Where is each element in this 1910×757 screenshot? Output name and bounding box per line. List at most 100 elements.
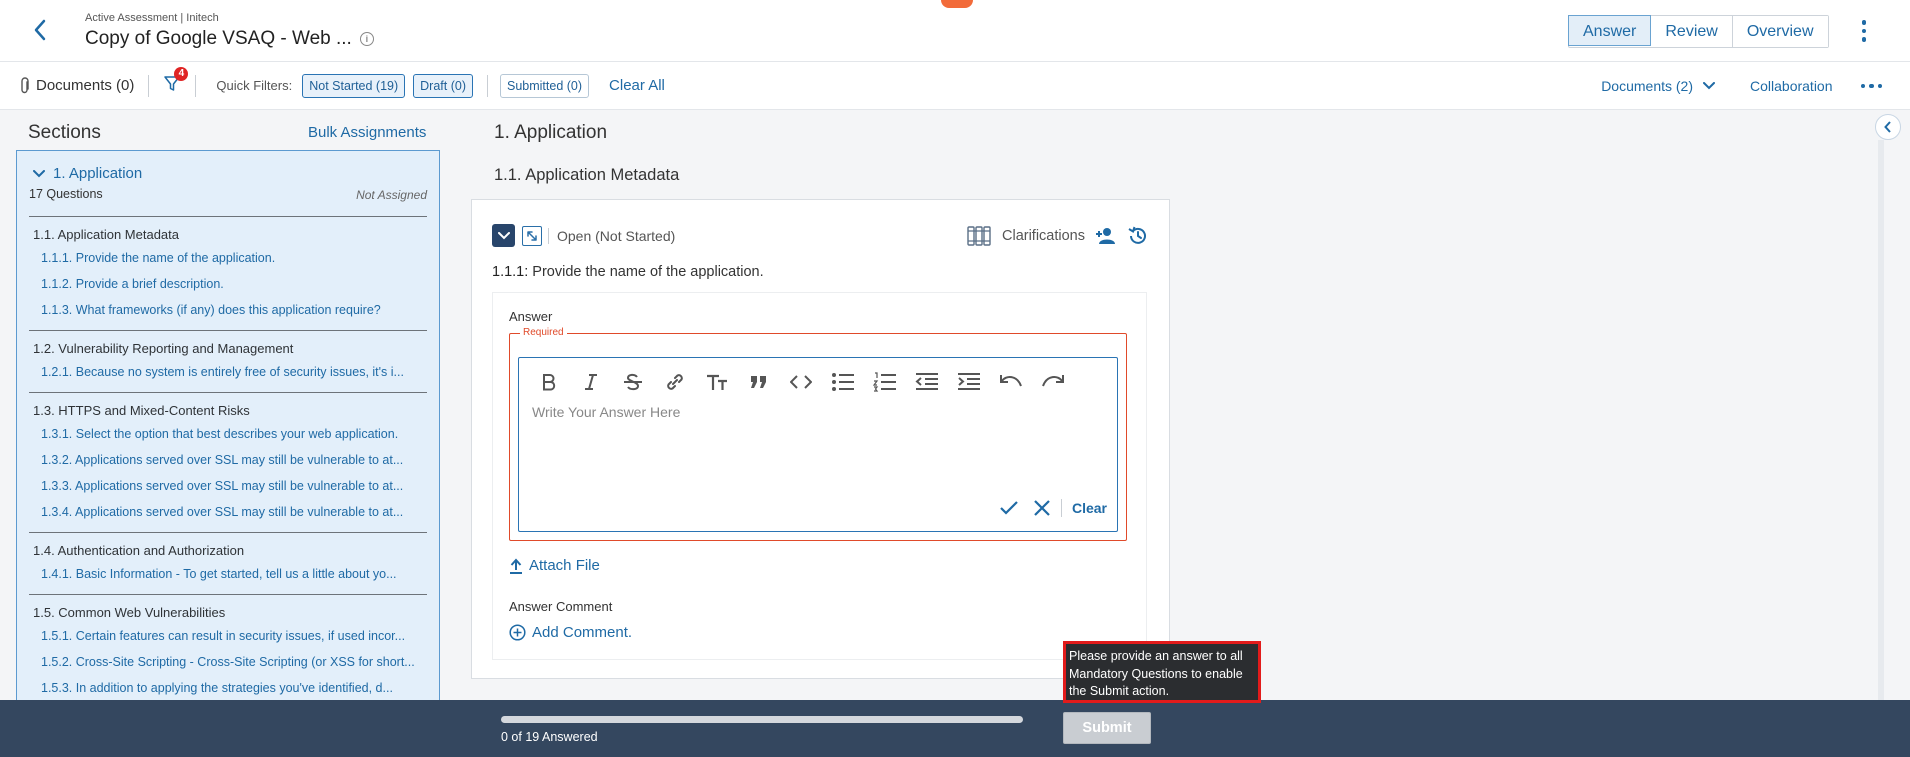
confirm-check-icon[interactable] (999, 500, 1019, 516)
strikethrough-icon[interactable] (617, 368, 649, 396)
tab-review[interactable]: Review (1651, 16, 1733, 47)
top-notch-handle[interactable] (941, 0, 973, 8)
rich-text-editor[interactable]: Write Your Answer Here Clear (518, 357, 1118, 532)
indent-icon[interactable] (953, 368, 985, 396)
documents-count-label: Documents (0) (36, 77, 135, 94)
section-toggle-application[interactable]: 1. Application (33, 165, 142, 182)
question-link[interactable]: 1.3.3. Applications served over SSL may … (29, 476, 427, 502)
filter-count-badge: 4 (174, 66, 189, 81)
editor-toolbar (533, 368, 1069, 396)
submit-tooltip: Please provide an answer to all Mandator… (1063, 641, 1261, 703)
question-toolbar: Open (Not Started) (492, 224, 675, 247)
chevron-left-icon (34, 19, 46, 41)
more-options-button[interactable] (1854, 16, 1874, 46)
submit-button[interactable]: Submit (1063, 712, 1151, 744)
assign-user-icon[interactable] (1095, 227, 1117, 245)
expand-button[interactable] (522, 225, 542, 246)
attach-file-label: Attach File (529, 557, 600, 574)
bold-icon[interactable] (533, 368, 565, 396)
question-link[interactable]: 1.1.1. Provide the name of the applicati… (29, 248, 427, 274)
back-button[interactable] (22, 12, 58, 48)
expand-icon (527, 230, 537, 241)
right-panel-rail (1878, 140, 1884, 700)
chevron-down-icon (497, 231, 510, 239)
right-panel-toggle[interactable] (1875, 114, 1901, 140)
info-icon[interactable]: i (359, 32, 374, 46)
question-link[interactable]: 1.1.2. Provide a brief description. (29, 274, 427, 300)
attach-file-button[interactable]: Attach File (509, 557, 600, 574)
subsection-title[interactable]: 1.1. Application Metadata (29, 227, 427, 242)
chevron-down-icon (1703, 82, 1715, 90)
link-icon[interactable] (659, 368, 691, 396)
question-link[interactable]: 1.4.1. Basic Information - To get starte… (29, 564, 427, 590)
subsection-title[interactable]: 1.3. HTTPS and Mixed-Content Risks (29, 403, 427, 418)
bullet-list-icon[interactable] (827, 368, 859, 396)
quote-icon[interactable] (743, 368, 775, 396)
question-link[interactable]: 1.5.3. In addition to applying the strat… (29, 678, 427, 700)
assignment-status: Not Assigned (356, 188, 427, 202)
filter-button[interactable]: 4 (163, 66, 189, 98)
tab-answer[interactable]: Answer (1568, 15, 1652, 46)
question-count: 17 Questions (29, 187, 103, 201)
divider (148, 74, 150, 97)
question-link[interactable]: 1.3.2. Applications served over SSL may … (29, 450, 427, 476)
clear-answer-button[interactable]: Clear (1072, 500, 1107, 516)
question-link[interactable]: 1.5.1. Certain features can result in se… (29, 626, 427, 652)
answer-panel: Answer Required Write Your Answer Here C… (492, 292, 1147, 660)
subsection-title[interactable]: 1.2. Vulnerability Reporting and Managem… (29, 341, 427, 356)
answer-input[interactable]: Write Your Answer Here (532, 404, 680, 420)
breadcrumb: Active Assessment | Initech (85, 12, 219, 24)
progress-bar (501, 716, 1023, 723)
subsection-title[interactable]: 1.5. Common Web Vulnerabilities (29, 605, 427, 620)
question-link[interactable]: 1.5.2. Cross-Site Scripting - Cross-Site… (29, 652, 427, 678)
footer-bar: 0 of 19 Answered Submit (0, 700, 1910, 757)
add-comment-label: Add Comment. (532, 624, 633, 641)
clear-all-button[interactable]: Clear All (609, 77, 665, 94)
subsection-heading: 1.1. Application Metadata (494, 166, 680, 184)
undo-icon[interactable] (995, 368, 1027, 396)
chip-submitted[interactable]: Submitted (0) (500, 73, 590, 98)
subsection-group: 1.1. Application Metadata 1.1.1. Provide… (29, 216, 427, 330)
page-title: Copy of Google VSAQ - Web ... i (85, 28, 374, 50)
library-icon[interactable] (966, 224, 992, 248)
subsection-group: 1.2. Vulnerability Reporting and Managem… (29, 330, 427, 392)
collapse-question-button[interactable] (492, 224, 515, 247)
subsection-group: 1.3. HTTPS and Mixed-Content Risks 1.3.1… (29, 392, 427, 532)
history-icon[interactable] (1127, 225, 1149, 247)
question-link[interactable]: 1.3.4. Applications served over SSL may … (29, 502, 427, 528)
tab-overview[interactable]: Overview (1732, 16, 1828, 47)
question-status: Open (Not Started) (548, 227, 675, 244)
filter-bar: Documents (0) 4 Quick Filters: Not Start… (0, 62, 1910, 110)
subsection-title[interactable]: 1.4. Authentication and Authorization (29, 543, 427, 558)
text-size-icon[interactable] (701, 368, 733, 396)
documents-menu-label: Documents (2) (1601, 78, 1693, 94)
answer-comment-label: Answer Comment (509, 599, 613, 614)
section-title: 1. Application (53, 165, 143, 182)
required-answer-box: Required Write Your Answer Here Clear (509, 327, 1127, 541)
progress-text: 0 of 19 Answered (501, 730, 598, 744)
code-icon[interactable] (785, 368, 817, 396)
numbered-list-icon[interactable] (869, 368, 901, 396)
documents-menu[interactable]: Documents (2) (1601, 78, 1715, 94)
clarifications-label[interactable]: Clarifications (1002, 228, 1085, 244)
cancel-x-icon[interactable] (1033, 499, 1051, 517)
chip-not-started[interactable]: Not Started (19) (302, 73, 406, 98)
redo-icon[interactable] (1037, 368, 1069, 396)
question-link[interactable]: 1.1.3. What frameworks (if any) does thi… (29, 300, 427, 326)
filterbar-more-button[interactable] (1860, 83, 1882, 89)
upload-icon (510, 558, 522, 574)
collaboration-button[interactable]: Collaboration (1750, 78, 1833, 94)
chevron-left-icon (1884, 121, 1891, 133)
question-link[interactable]: 1.3.1. Select the option that best descr… (29, 424, 427, 450)
italic-icon[interactable] (575, 368, 607, 396)
section-list: 1.1. Application Metadata 1.1.1. Provide… (29, 216, 427, 700)
outdent-icon[interactable] (911, 368, 943, 396)
question-text: 1.1.1: Provide the name of the applicati… (492, 264, 764, 280)
documents-toggle[interactable]: Documents (0) (20, 76, 135, 95)
question-link[interactable]: 1.2.1. Because no system is entirely fre… (29, 362, 427, 388)
divider (195, 74, 197, 97)
chip-draft[interactable]: Draft (0) (413, 73, 473, 98)
bulk-assignments-button[interactable]: Bulk Assignments (308, 124, 426, 141)
chevron-down-icon (33, 169, 45, 177)
add-comment-button[interactable]: Add Comment. (509, 624, 632, 641)
